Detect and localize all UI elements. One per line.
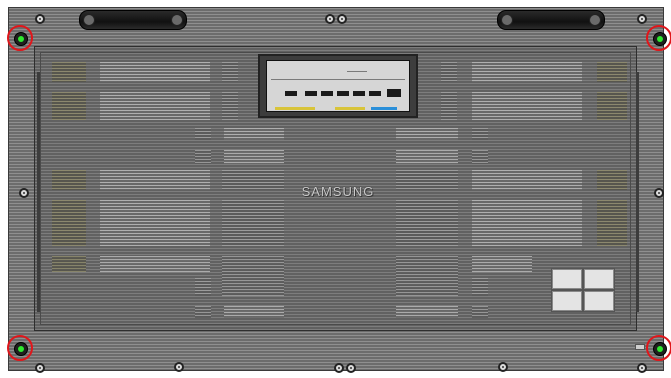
vesa-label-tile (552, 269, 582, 289)
carry-handle-right (497, 10, 605, 30)
vent-grille (472, 92, 582, 120)
vent-grille (100, 92, 210, 120)
io-port-strip-yellow (275, 107, 315, 110)
vesa-label-tile (552, 291, 582, 311)
screw-icon (19, 188, 29, 198)
vent-grille (597, 200, 627, 246)
vent-grille (100, 62, 210, 82)
io-panel (266, 60, 410, 112)
screw-icon (637, 363, 647, 373)
vent-grille (396, 170, 458, 190)
vent-grille (224, 306, 284, 318)
screw-icon (334, 363, 344, 373)
vent-grille (52, 92, 86, 120)
vent-grille (100, 256, 210, 272)
side-rail-left (37, 72, 40, 312)
screw-icon (637, 14, 647, 24)
mount-hole-icon (646, 25, 671, 51)
vent-grille (52, 200, 86, 246)
vent-grille (396, 256, 458, 296)
mount-hole-icon (7, 25, 33, 51)
io-port[interactable] (285, 91, 297, 96)
vesa-label-tile (584, 269, 614, 289)
vent-grille (52, 62, 86, 82)
vent-grille (195, 278, 211, 296)
vent-grille (472, 200, 582, 246)
vent-grille (52, 170, 86, 190)
io-port[interactable] (387, 89, 401, 97)
vent-grille (195, 306, 211, 318)
vent-grille (597, 62, 627, 82)
carry-handle-left (79, 10, 187, 30)
mount-hole-icon (646, 335, 671, 361)
vent-grille (222, 92, 238, 120)
vent-grille (222, 256, 284, 296)
vent-grille (222, 200, 284, 246)
screw-icon (654, 188, 664, 198)
vent-grille (597, 170, 627, 190)
screw-icon (325, 14, 335, 24)
screw-icon (498, 362, 508, 372)
vent-grille (195, 150, 211, 164)
io-port[interactable] (369, 91, 381, 96)
vent-grille (472, 306, 488, 318)
warning-tag (635, 344, 645, 350)
vent-grille (472, 170, 582, 190)
io-divider (347, 71, 367, 72)
vent-grille (224, 128, 284, 140)
brand-logo: SAMSUNG (301, 184, 375, 199)
vent-grille (396, 150, 458, 164)
screw-icon (35, 14, 45, 24)
vent-grille (441, 92, 457, 120)
vent-grille (222, 62, 238, 82)
io-port[interactable] (353, 91, 365, 96)
vent-grille (472, 150, 488, 164)
screw-icon (35, 363, 45, 373)
vent-grille (195, 128, 211, 140)
vent-grille (52, 256, 86, 272)
vesa-label-tile (584, 291, 614, 311)
vent-grille (472, 278, 488, 296)
io-port[interactable] (305, 91, 317, 96)
screw-icon (174, 362, 184, 372)
mount-hole-icon (7, 335, 33, 361)
vesa-label (551, 268, 615, 312)
vent-grille (100, 170, 210, 190)
screw-icon (346, 363, 356, 373)
vent-grille (597, 92, 627, 120)
vent-grille (396, 128, 458, 140)
vent-grille (396, 306, 458, 318)
vent-grille (472, 256, 532, 272)
io-port-strip-yellow (335, 107, 365, 110)
vent-grille (224, 150, 284, 164)
io-port[interactable] (321, 91, 333, 96)
screw-icon (337, 14, 347, 24)
io-divider (271, 79, 405, 80)
vent-grille (472, 62, 582, 82)
io-port[interactable] (337, 91, 349, 96)
vent-grille (222, 170, 284, 190)
side-rail-right (636, 72, 639, 312)
vent-grille (396, 200, 458, 246)
vent-grille (100, 200, 210, 246)
io-port-strip-blue (371, 107, 397, 110)
vent-grille (472, 128, 488, 140)
vent-grille (441, 62, 457, 82)
